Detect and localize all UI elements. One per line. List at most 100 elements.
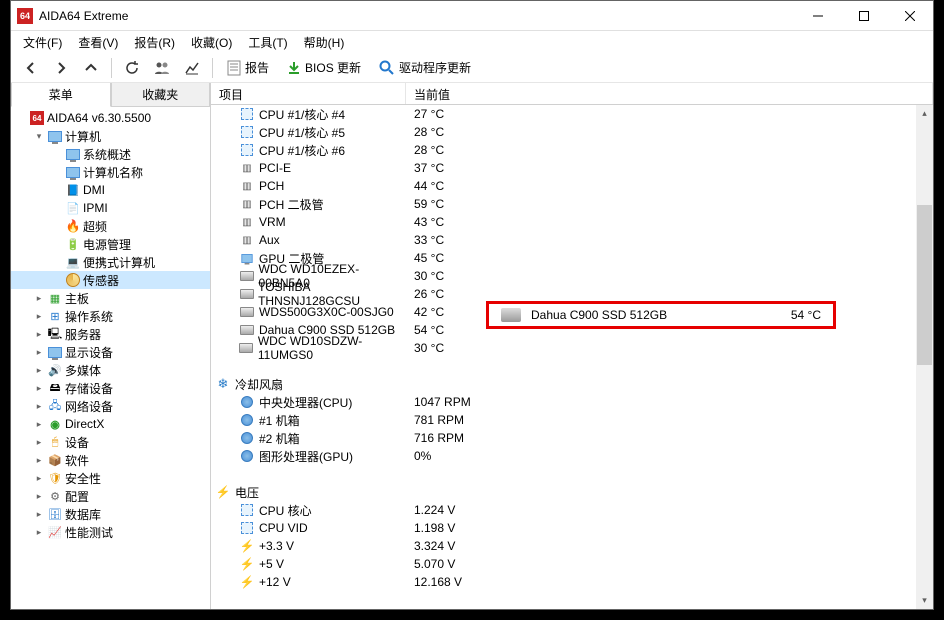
tree-item-icon — [65, 164, 81, 180]
tree-item-label: 传感器 — [83, 272, 119, 289]
vertical-scrollbar[interactable]: ▴ ▾ — [916, 105, 933, 609]
tree-item[interactable]: ▸📈性能测试 — [11, 523, 210, 541]
tree-item[interactable]: ▾计算机 — [11, 127, 210, 145]
sensor-row[interactable]: #1 机箱781 RPM — [211, 411, 933, 429]
tree-item-label: 多媒体 — [65, 362, 101, 379]
tree-item[interactable]: 传感器 — [11, 271, 210, 289]
tree-item-label: 服务器 — [65, 326, 101, 343]
sensor-row[interactable]: 图形处理器(GPU)0% — [211, 447, 933, 465]
row-value: 1047 RPM — [406, 395, 471, 409]
tree-item[interactable]: ▸显示设备 — [11, 343, 210, 361]
tree-item-icon: ◉ — [47, 416, 63, 432]
forward-button[interactable] — [47, 55, 75, 81]
tree-caret-icon: ▸ — [33, 293, 45, 304]
section-header[interactable]: ⚡电压 — [211, 483, 933, 501]
sensor-row[interactable]: CPU #1/核心 #427 °C — [211, 105, 933, 123]
minimize-button[interactable] — [795, 1, 841, 31]
tree-item[interactable]: 系统概述 — [11, 145, 210, 163]
maximize-button[interactable] — [841, 1, 887, 31]
tree-caret-icon: ▸ — [33, 365, 45, 376]
menu-item[interactable]: 报告(R) — [126, 32, 183, 53]
tree-item[interactable]: ▸🔊多媒体 — [11, 361, 210, 379]
sensor-row[interactable]: CPU #1/核心 #628 °C — [211, 141, 933, 159]
minimize-icon — [813, 11, 823, 21]
row-value: 30 °C — [406, 341, 444, 355]
tree-item[interactable]: 📘DMI — [11, 181, 210, 199]
sensor-row[interactable]: ▥VRM43 °C — [211, 213, 933, 231]
tree-caret-icon: ▸ — [33, 347, 45, 358]
sensor-list[interactable]: CPU #1/核心 #427 °CCPU #1/核心 #528 °CCPU #1… — [211, 105, 933, 609]
driver-update-button[interactable]: 驱动程序更新 — [371, 55, 479, 81]
sensor-row[interactable]: CPU #1/核心 #528 °C — [211, 123, 933, 141]
bios-update-button[interactable]: BIOS 更新 — [279, 55, 369, 81]
menu-item[interactable]: 文件(F) — [15, 32, 70, 53]
tree-item-label: 安全性 — [65, 470, 101, 487]
tab-menu[interactable]: 菜单 — [11, 83, 111, 107]
tree-item[interactable]: 💻便携式计算机 — [11, 253, 210, 271]
sensor-row[interactable]: CPU 核心1.224 V — [211, 501, 933, 519]
back-button[interactable] — [17, 55, 45, 81]
menu-item[interactable]: 收藏(O) — [183, 32, 240, 53]
tree-item[interactable]: ▸▦主板 — [11, 289, 210, 307]
tree-item[interactable]: ▸📦软件 — [11, 451, 210, 469]
sensor-row[interactable]: CPU VID1.198 V — [211, 519, 933, 537]
menu-item[interactable]: 查看(V) — [70, 32, 126, 53]
navigation-tree[interactable]: 64AIDA64 v6.30.5500▾计算机系统概述计算机名称📘DMI📄IPM… — [11, 107, 210, 609]
tree-item-icon: 🗄 — [47, 506, 63, 522]
tree-item[interactable]: ▸🖳服务器 — [11, 325, 210, 343]
tree-item-icon: 📄 — [65, 200, 81, 216]
menu-item[interactable]: 帮助(H) — [296, 32, 353, 53]
tree-item[interactable]: 📄IPMI — [11, 199, 210, 217]
sensor-row[interactable]: ⚡+3.3 V3.324 V — [211, 537, 933, 555]
tree-item-icon: 64 — [29, 110, 45, 126]
tree-item[interactable]: ▸⊞操作系统 — [11, 307, 210, 325]
sensor-row[interactable]: ▥Aux33 °C — [211, 231, 933, 249]
users-button[interactable] — [148, 55, 176, 81]
tab-favorites[interactable]: 收藏夹 — [111, 83, 211, 107]
chart-button[interactable] — [178, 55, 206, 81]
sensor-row[interactable]: #2 机箱716 RPM — [211, 429, 933, 447]
scroll-thumb[interactable] — [917, 205, 932, 365]
tree-item[interactable]: 🔋电源管理 — [11, 235, 210, 253]
row-label: CPU #1/核心 #5 — [259, 124, 345, 141]
tree-item[interactable]: ▸🗄数据库 — [11, 505, 210, 523]
chevron-up-icon — [84, 61, 98, 75]
sensor-row[interactable]: ⚡+12 V12.168 V — [211, 573, 933, 591]
tree-item[interactable]: 计算机名称 — [11, 163, 210, 181]
list-header: 项目 当前值 — [211, 83, 933, 105]
tree-item-icon — [65, 272, 81, 288]
refresh-button[interactable] — [118, 55, 146, 81]
tree-item-icon: 📈 — [47, 524, 63, 540]
row-icon: ⚡ — [239, 574, 255, 590]
tree-item[interactable]: ▸🖧网络设备 — [11, 397, 210, 415]
up-button[interactable] — [77, 55, 105, 81]
sensor-row[interactable]: ⚡+5 V5.070 V — [211, 555, 933, 573]
report-label: 报告 — [245, 59, 269, 76]
column-item[interactable]: 项目 — [211, 83, 406, 104]
sensor-row[interactable]: 中央处理器(CPU)1047 RPM — [211, 393, 933, 411]
menu-item[interactable]: 工具(T) — [240, 32, 295, 53]
tree-item[interactable]: ▸◉DirectX — [11, 415, 210, 433]
row-label: PCH — [259, 179, 284, 193]
tree-item[interactable]: ▸🛡安全性 — [11, 469, 210, 487]
tree-item[interactable]: 64AIDA64 v6.30.5500 — [11, 109, 210, 127]
scroll-up-arrow[interactable]: ▴ — [916, 105, 933, 122]
sensor-row[interactable]: ▥PCH 二极管59 °C — [211, 195, 933, 213]
sensor-row[interactable]: WDC WD10SDZW-11UMGS030 °C — [211, 339, 933, 357]
row-icon — [239, 430, 255, 446]
sensor-row[interactable]: ▥PCH44 °C — [211, 177, 933, 195]
tree-item[interactable]: ▸🖴存储设备 — [11, 379, 210, 397]
column-value[interactable]: 当前值 — [406, 83, 933, 104]
scroll-down-arrow[interactable]: ▾ — [916, 592, 933, 609]
section-header[interactable]: ❄冷却风扇 — [211, 375, 933, 393]
tree-item[interactable]: ▸🖱设备 — [11, 433, 210, 451]
tree-item-label: 性能测试 — [65, 524, 113, 541]
tree-caret-icon: ▸ — [33, 419, 45, 430]
tree-caret-icon: ▸ — [33, 473, 45, 484]
sensor-row[interactable]: ▥PCI-E37 °C — [211, 159, 933, 177]
tree-item[interactable]: ▸⚙配置 — [11, 487, 210, 505]
close-button[interactable] — [887, 1, 933, 31]
report-button[interactable]: 报告 — [219, 55, 277, 81]
tree-item[interactable]: 🔥超频 — [11, 217, 210, 235]
row-icon: ▥ — [239, 160, 255, 176]
